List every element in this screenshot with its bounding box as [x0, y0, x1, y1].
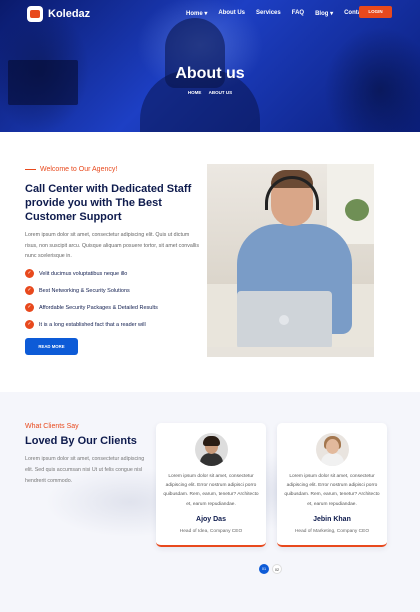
- pagination-dot-2[interactable]: 02: [272, 564, 282, 574]
- tagline-divider: [25, 169, 36, 170]
- breadcrumb: HOME ABOUT US: [0, 90, 420, 95]
- testimonial-role: Head of Idea, Company CEO: [179, 529, 243, 534]
- testimonial-card: Lorem ipsum dolor sit amet, consectetur …: [277, 423, 387, 547]
- avatar: [316, 433, 349, 466]
- testimonial-quote: Lorem ipsum dolor sit amet, consectetur …: [163, 474, 259, 507]
- feature-item: ✓ Affordable Security Packages & Detaile…: [25, 299, 158, 316]
- testimonial-quote: Lorem ipsum dolor sit amet, consectetur …: [284, 474, 380, 507]
- feature-item: ✓ It is a long established fact that a r…: [25, 316, 158, 333]
- about-tagline: Welcome to Our Agency!: [25, 166, 117, 173]
- main-nav: Home ▾ About Us Services FAQ Blog ▾ Cont…: [186, 10, 366, 17]
- testimonials-paragraph: Lorem ipsum dolor sit amet, consectetur …: [25, 456, 145, 484]
- nav-home[interactable]: Home ▾: [186, 10, 207, 17]
- check-icon: ✓: [25, 269, 34, 278]
- logo-text: Koledaz: [48, 8, 91, 20]
- testimonial-role: Head of Marketing, Company CEO: [294, 529, 370, 534]
- read-more-button[interactable]: READ MORE: [25, 338, 78, 355]
- about-paragraph: Lorem ipsum dolor sit amet, consectetur …: [25, 232, 199, 259]
- hero-banner: Koledaz Home ▾ About Us Services FAQ Blo…: [0, 0, 420, 132]
- nav-services[interactable]: Services: [256, 10, 281, 17]
- testimonial-name: Ajoy Das: [196, 516, 226, 523]
- feature-list: ✓ Velit ducimus voluptatibus neque illo …: [25, 265, 158, 333]
- avatar: [195, 433, 228, 466]
- agent-photo: [207, 164, 374, 357]
- breadcrumb-home[interactable]: HOME: [188, 90, 202, 95]
- pagination-dot-1[interactable]: 01: [259, 564, 269, 574]
- feature-item: ✓ Best Networking & Security Solutions: [25, 282, 158, 299]
- check-icon: ✓: [25, 286, 34, 295]
- site-logo[interactable]: Koledaz: [27, 6, 90, 22]
- nav-faq[interactable]: FAQ: [292, 10, 304, 17]
- laptop-image: [237, 291, 332, 349]
- check-icon: ✓: [25, 303, 34, 312]
- testimonial-card: Lorem ipsum dolor sit amet, consectetur …: [156, 423, 266, 547]
- breadcrumb-current: ABOUT US: [208, 90, 233, 95]
- feature-item: ✓ Velit ducimus voluptatibus neque illo: [25, 265, 158, 282]
- nav-blog[interactable]: Blog ▾: [315, 10, 333, 17]
- testimonials-tagline: What Clients Say: [25, 423, 79, 430]
- nav-about[interactable]: About Us: [218, 10, 245, 17]
- testimonial-pagination: 01 02: [259, 564, 282, 574]
- about-heading: Call Center with Dedicated Staff provide…: [25, 183, 192, 223]
- check-icon: ✓: [25, 320, 34, 329]
- testimonials-heading: Loved By Our Clients: [25, 435, 137, 447]
- chat-bubble-icon: [27, 6, 43, 22]
- login-button[interactable]: LOGIN: [359, 6, 392, 18]
- plant-image: [345, 199, 369, 221]
- page-title: About us: [175, 65, 245, 82]
- testimonial-name: Jebin Khan: [313, 516, 351, 523]
